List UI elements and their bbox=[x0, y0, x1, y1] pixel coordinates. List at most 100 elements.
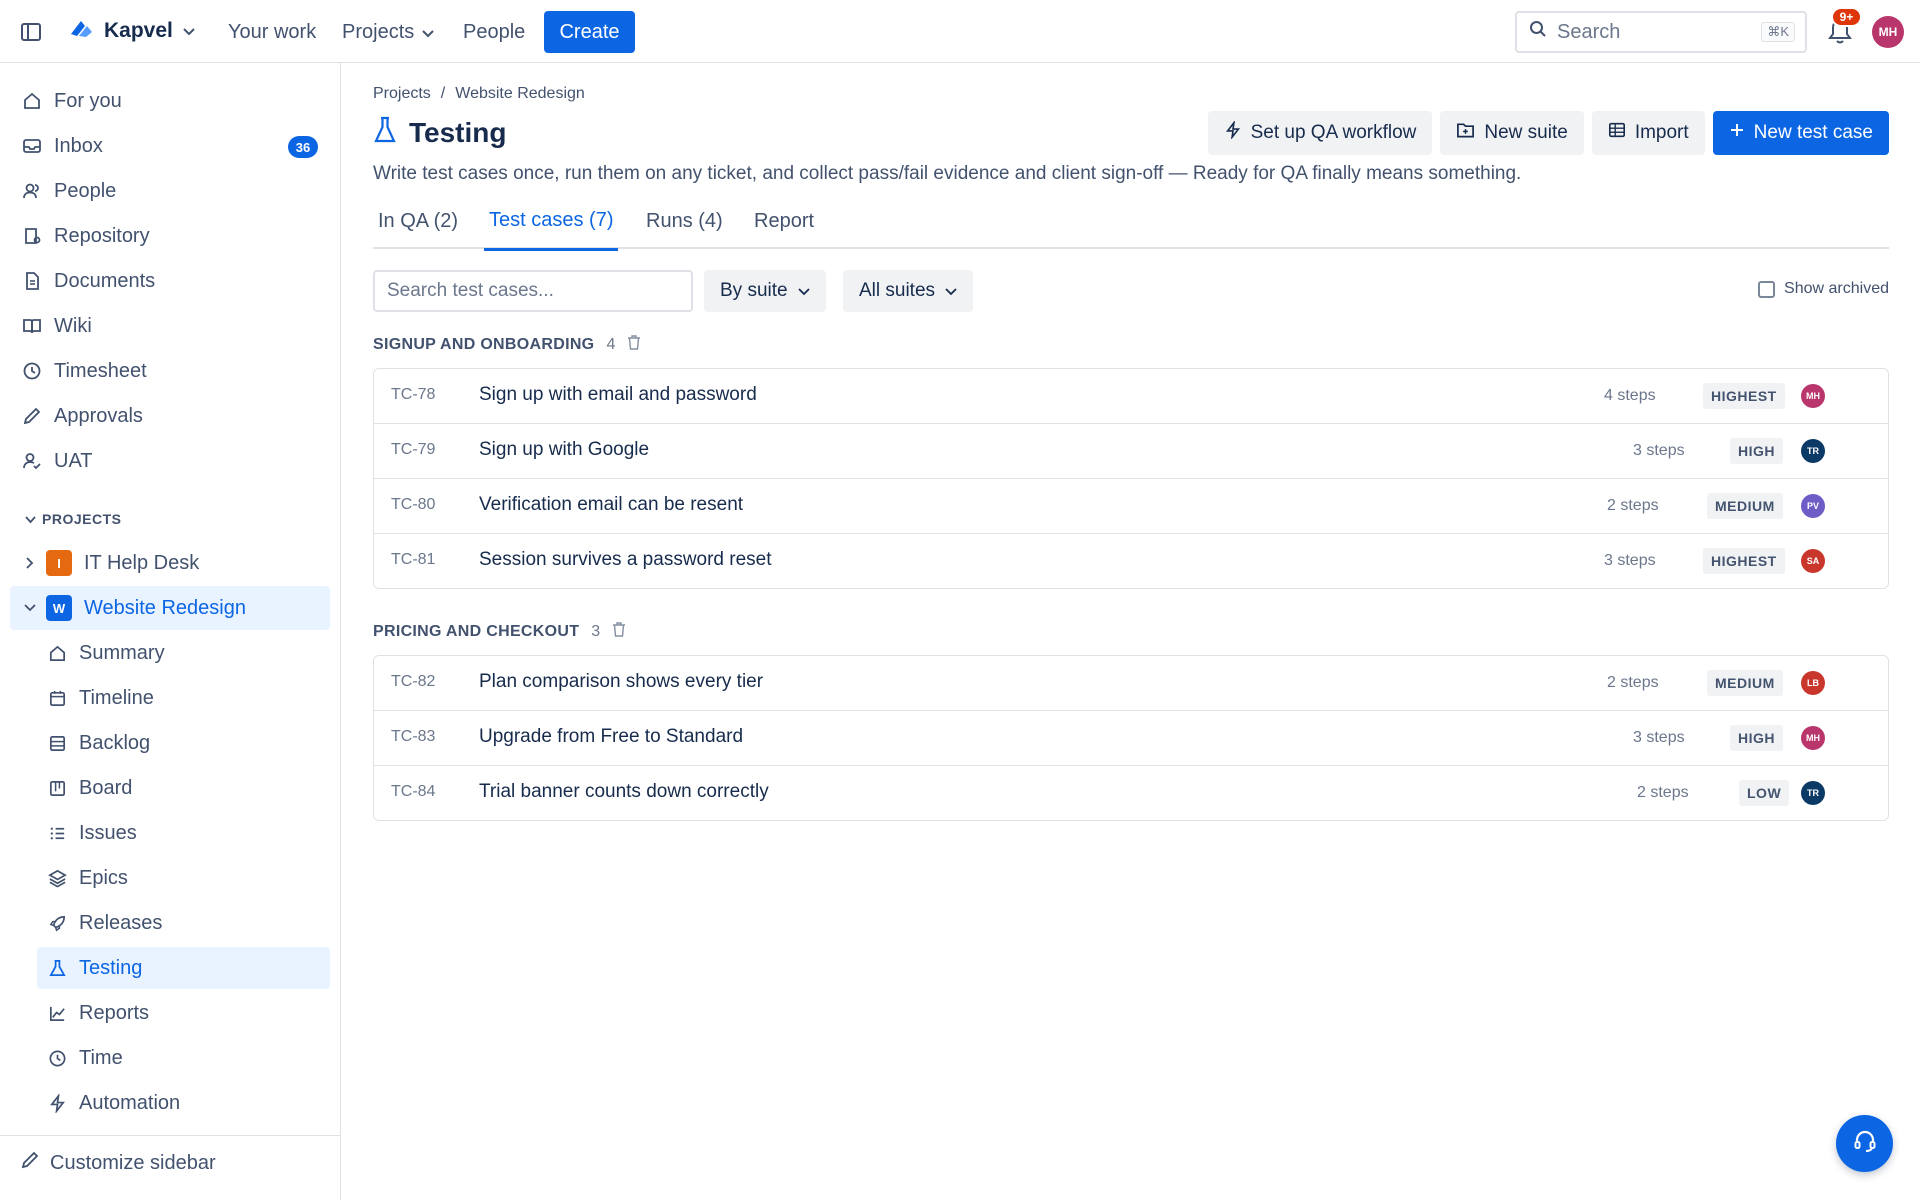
test-case-title: Verification email can be resent bbox=[479, 494, 744, 515]
trash-icon[interactable] bbox=[612, 621, 626, 642]
notification-badge: 9+ bbox=[1831, 7, 1862, 27]
test-case-id: TC-83 bbox=[391, 728, 436, 745]
show-archived-checkbox[interactable] bbox=[1758, 280, 1776, 298]
sidebar-item-backlog[interactable]: Backlog bbox=[37, 722, 330, 764]
sidebar-item-board[interactable]: Board bbox=[37, 767, 330, 809]
import-button[interactable]: Import bbox=[1591, 111, 1705, 155]
tab-in-qa[interactable]: In QA (2) bbox=[373, 193, 463, 249]
test-case-steps: 3 steps bbox=[1633, 729, 1685, 746]
new-test-case-label: New test case bbox=[1753, 122, 1873, 143]
clock-icon bbox=[45, 1046, 69, 1070]
sidebar-item-repository[interactable]: Repository bbox=[10, 216, 330, 256]
sidebar-item-label: Timeline bbox=[79, 686, 154, 709]
table-row[interactable]: TC-80 Verification email can be resent 2… bbox=[374, 479, 1888, 534]
nav-your-work[interactable]: Your work bbox=[228, 14, 316, 50]
sidebar-item-people[interactable]: People bbox=[10, 171, 330, 211]
sidebar-item-for-you[interactable]: For you bbox=[10, 81, 330, 121]
sidebar-item-inbox[interactable]: Inbox 36 bbox=[10, 126, 330, 166]
assignee-avatar[interactable]: TR bbox=[1801, 439, 1825, 463]
tab-report[interactable]: Report bbox=[749, 193, 819, 249]
chevron-down-icon bbox=[25, 511, 36, 527]
sidebar-item-label: Repository bbox=[54, 224, 150, 247]
assignee-avatar[interactable]: MH bbox=[1801, 384, 1825, 408]
chevron-down-icon[interactable] bbox=[18, 604, 42, 612]
assignee-avatar[interactable]: MH bbox=[1801, 726, 1825, 750]
sidebar-toggle-icon[interactable] bbox=[19, 20, 43, 44]
show-archived-toggle[interactable]: Show archived bbox=[1758, 280, 1889, 298]
sidebar-item-releases[interactable]: Releases bbox=[37, 902, 330, 944]
sidebar-item-label: Board bbox=[79, 776, 133, 799]
breadcrumb-website-redesign[interactable]: Website Redesign bbox=[455, 85, 585, 103]
project-website-redesign[interactable]: W Website Redesign bbox=[10, 586, 330, 630]
nav-people[interactable]: People bbox=[463, 14, 525, 50]
sidebar-item-time[interactable]: Time bbox=[37, 1037, 330, 1079]
priority-badge: HIGHEST bbox=[1703, 548, 1785, 574]
headset-icon bbox=[1852, 1128, 1878, 1160]
project-key-icon: W bbox=[46, 595, 72, 621]
table-row[interactable]: TC-79 Sign up with Google 3 steps HIGH T… bbox=[374, 424, 1888, 479]
table-row[interactable]: TC-83 Upgrade from Free to Standard 3 st… bbox=[374, 711, 1888, 766]
sidebar-item-testing[interactable]: Testing bbox=[37, 947, 330, 989]
suite-table: TC-82 Plan comparison shows every tier 2… bbox=[373, 655, 1889, 821]
sidebar-item-timeline[interactable]: Timeline bbox=[37, 677, 330, 719]
test-case-search-input[interactable] bbox=[373, 270, 693, 312]
test-case-id: TC-79 bbox=[391, 441, 436, 458]
setup-qa-workflow-button[interactable]: Set up QA workflow bbox=[1207, 111, 1433, 155]
sidebar-item-issues[interactable]: Issues bbox=[37, 812, 330, 854]
table-row[interactable]: TC-82 Plan comparison shows every tier 2… bbox=[374, 656, 1888, 711]
sidebar-item-summary[interactable]: Summary bbox=[37, 632, 330, 674]
sidebar-item-label: Automation bbox=[79, 1091, 181, 1114]
sidebar: For you Inbox 36 People Repository Docum… bbox=[0, 63, 341, 1200]
sidebar-item-approvals[interactable]: Approvals bbox=[10, 396, 330, 436]
sidebar-item-label: For you bbox=[54, 89, 122, 112]
user-avatar[interactable]: MH bbox=[1872, 16, 1904, 48]
create-button[interactable]: Create bbox=[544, 11, 635, 53]
project-label: IT Help Desk bbox=[84, 551, 200, 574]
test-case-id: TC-82 bbox=[391, 673, 436, 690]
sidebar-item-label: Time bbox=[79, 1046, 123, 1069]
suite-header: PRICING AND CHECKOUT 3 bbox=[373, 621, 626, 642]
trash-icon[interactable] bbox=[627, 334, 641, 355]
nav-projects[interactable]: Projects bbox=[342, 14, 434, 50]
new-suite-button[interactable]: New suite bbox=[1440, 111, 1584, 155]
brand-switcher[interactable]: Kapvel bbox=[68, 14, 195, 48]
assignee-avatar[interactable]: PV bbox=[1801, 494, 1825, 518]
test-case-title: Plan comparison shows every tier bbox=[479, 671, 764, 692]
table-row[interactable]: TC-81 Session survives a password reset … bbox=[374, 534, 1888, 588]
tab-test-cases[interactable]: Test cases (7) bbox=[484, 193, 619, 251]
sidebar-item-label: Testing bbox=[79, 956, 143, 979]
sidebar-item-epics[interactable]: Epics bbox=[37, 857, 330, 899]
project-key-icon: I bbox=[46, 550, 72, 576]
sidebar-item-reports[interactable]: Reports bbox=[37, 992, 330, 1034]
test-case-title: Sign up with email and password bbox=[479, 384, 757, 405]
suite-filter-dropdown[interactable]: All suites bbox=[843, 270, 974, 312]
projects-heading[interactable]: PROJECTS bbox=[25, 511, 121, 527]
clock-icon bbox=[20, 359, 44, 383]
search-input[interactable] bbox=[1557, 20, 1747, 44]
table-row[interactable]: TC-84 Trial banner counts down correctly… bbox=[374, 766, 1888, 820]
table-row[interactable]: TC-78 Sign up with email and password 4 … bbox=[374, 369, 1888, 424]
bolt-icon bbox=[1224, 119, 1242, 145]
customize-sidebar-button[interactable]: Customize sidebar bbox=[20, 1150, 216, 1176]
suite-table: TC-78 Sign up with email and password 4 … bbox=[373, 368, 1889, 589]
project-it-help-desk[interactable]: I IT Help Desk bbox=[10, 541, 330, 585]
assignee-avatar[interactable]: TR bbox=[1801, 781, 1825, 805]
sidebar-item-wiki[interactable]: Wiki bbox=[10, 306, 330, 346]
sidebar-item-uat[interactable]: UAT bbox=[10, 441, 330, 481]
tab-runs[interactable]: Runs (4) bbox=[641, 193, 728, 249]
sidebar-item-label: Summary bbox=[79, 641, 165, 664]
group-by-dropdown[interactable]: By suite bbox=[704, 270, 826, 312]
new-suite-label: New suite bbox=[1484, 122, 1568, 143]
chevron-right-icon[interactable] bbox=[18, 557, 42, 569]
help-chat-button[interactable] bbox=[1836, 1115, 1893, 1172]
priority-badge: MEDIUM bbox=[1707, 670, 1783, 696]
sidebar-item-timesheet[interactable]: Timesheet bbox=[10, 351, 330, 391]
assignee-avatar[interactable]: LB bbox=[1801, 671, 1825, 695]
breadcrumb-projects[interactable]: Projects bbox=[373, 85, 431, 103]
new-test-case-button[interactable]: New test case bbox=[1712, 111, 1889, 155]
people-icon bbox=[20, 179, 44, 203]
global-search[interactable]: ⌘K bbox=[1515, 11, 1807, 53]
sidebar-item-automation[interactable]: Automation bbox=[37, 1082, 330, 1124]
assignee-avatar[interactable]: SA bbox=[1801, 549, 1825, 573]
sidebar-item-documents[interactable]: Documents bbox=[10, 261, 330, 301]
